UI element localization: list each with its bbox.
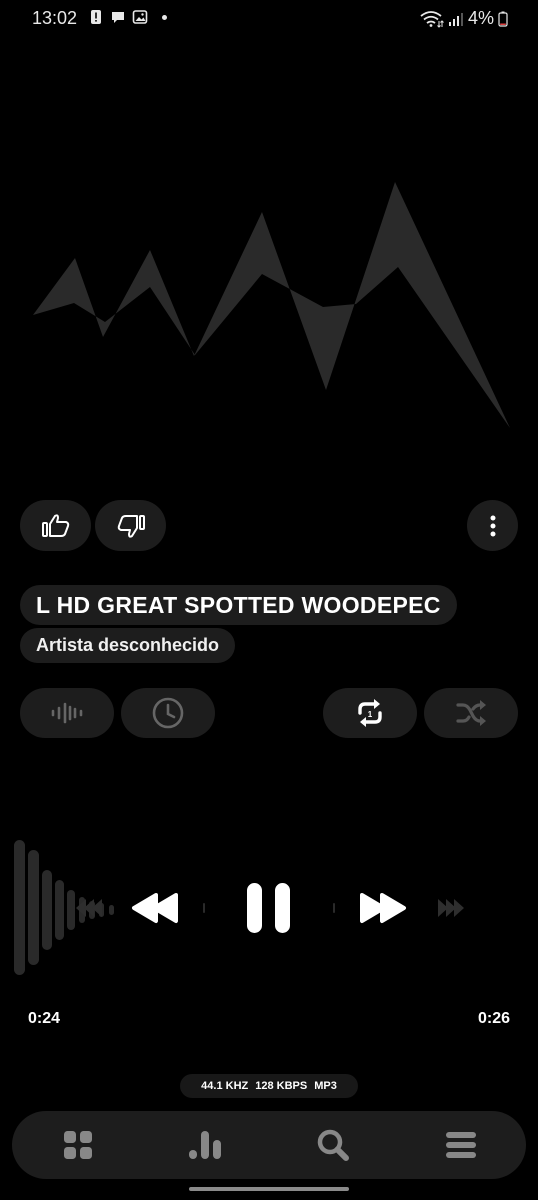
album-artwork [33,182,510,428]
wifi-icon [420,10,444,28]
repeat-one-icon: 1 [358,699,382,727]
track-artist-pill[interactable]: Artista desconhecido [20,628,236,663]
format-info-pill[interactable]: 44.1 KHZ 128 KBPS MP3 [180,1074,358,1098]
svg-text:1: 1 [368,710,373,719]
bars-icon [189,1131,221,1159]
like-button[interactable] [20,500,91,551]
menu-icon [446,1132,476,1158]
more-options-button[interactable] [467,500,518,551]
previous-button[interactable] [132,893,178,923]
search-icon [317,1129,349,1161]
track-title-pill[interactable]: L HD GREAT SPOTTED WOODEPEC [20,585,457,625]
seek-marker [203,903,205,913]
thumbs-up-icon [41,513,69,537]
sample-rate: 44.1 KHZ [201,1080,249,1092]
status-time: 13:02 [32,8,78,28]
gesture-navigation-bar[interactable] [189,1187,349,1191]
nav-now-playing-button[interactable] [183,1123,227,1167]
grid-icon [64,1131,92,1159]
track-title: L HD GREAT SPOTTED WOODEPEC [36,591,441,618]
nav-search-button[interactable] [311,1123,355,1167]
nav-library-button[interactable] [56,1123,100,1167]
visualizer-button[interactable] [20,688,114,738]
fast-forward-icon[interactable] [438,899,464,917]
bottom-nav [12,1111,526,1179]
clock-icon [152,697,184,729]
next-button[interactable] [360,893,406,923]
remaining-time: 0:26 [477,1010,510,1027]
more-notifications-dot [162,14,167,20]
bitrate: 128 KBPS [255,1080,308,1092]
player-controls-area [14,840,464,975]
shuffle-icon [456,700,486,726]
codec: MP3 [314,1080,337,1092]
nav-menu-button[interactable] [439,1123,483,1167]
alert-icon [91,10,101,24]
elapsed-time: 0:24 [28,1010,61,1027]
waveform-icon [51,702,83,724]
repeat-button[interactable]: 1 [323,688,417,738]
chat-icon [112,12,124,23]
notification-icons [88,9,167,25]
thumbs-down-icon [117,514,145,538]
pause-button[interactable] [247,883,290,933]
status-right: 4% [420,8,508,29]
sleep-timer-button[interactable] [121,688,215,738]
more-vertical-icon [490,515,495,536]
signal-icon [448,12,463,26]
track-artist: Artista desconhecido [36,635,220,655]
dislike-button[interactable] [95,500,166,551]
status-bar: 13:02 4% [0,0,538,36]
shuffle-button[interactable] [424,688,518,738]
battery-icon [498,11,508,27]
image-icon [132,10,148,24]
seek-marker [333,903,335,913]
battery-text: 4% [467,8,494,28]
